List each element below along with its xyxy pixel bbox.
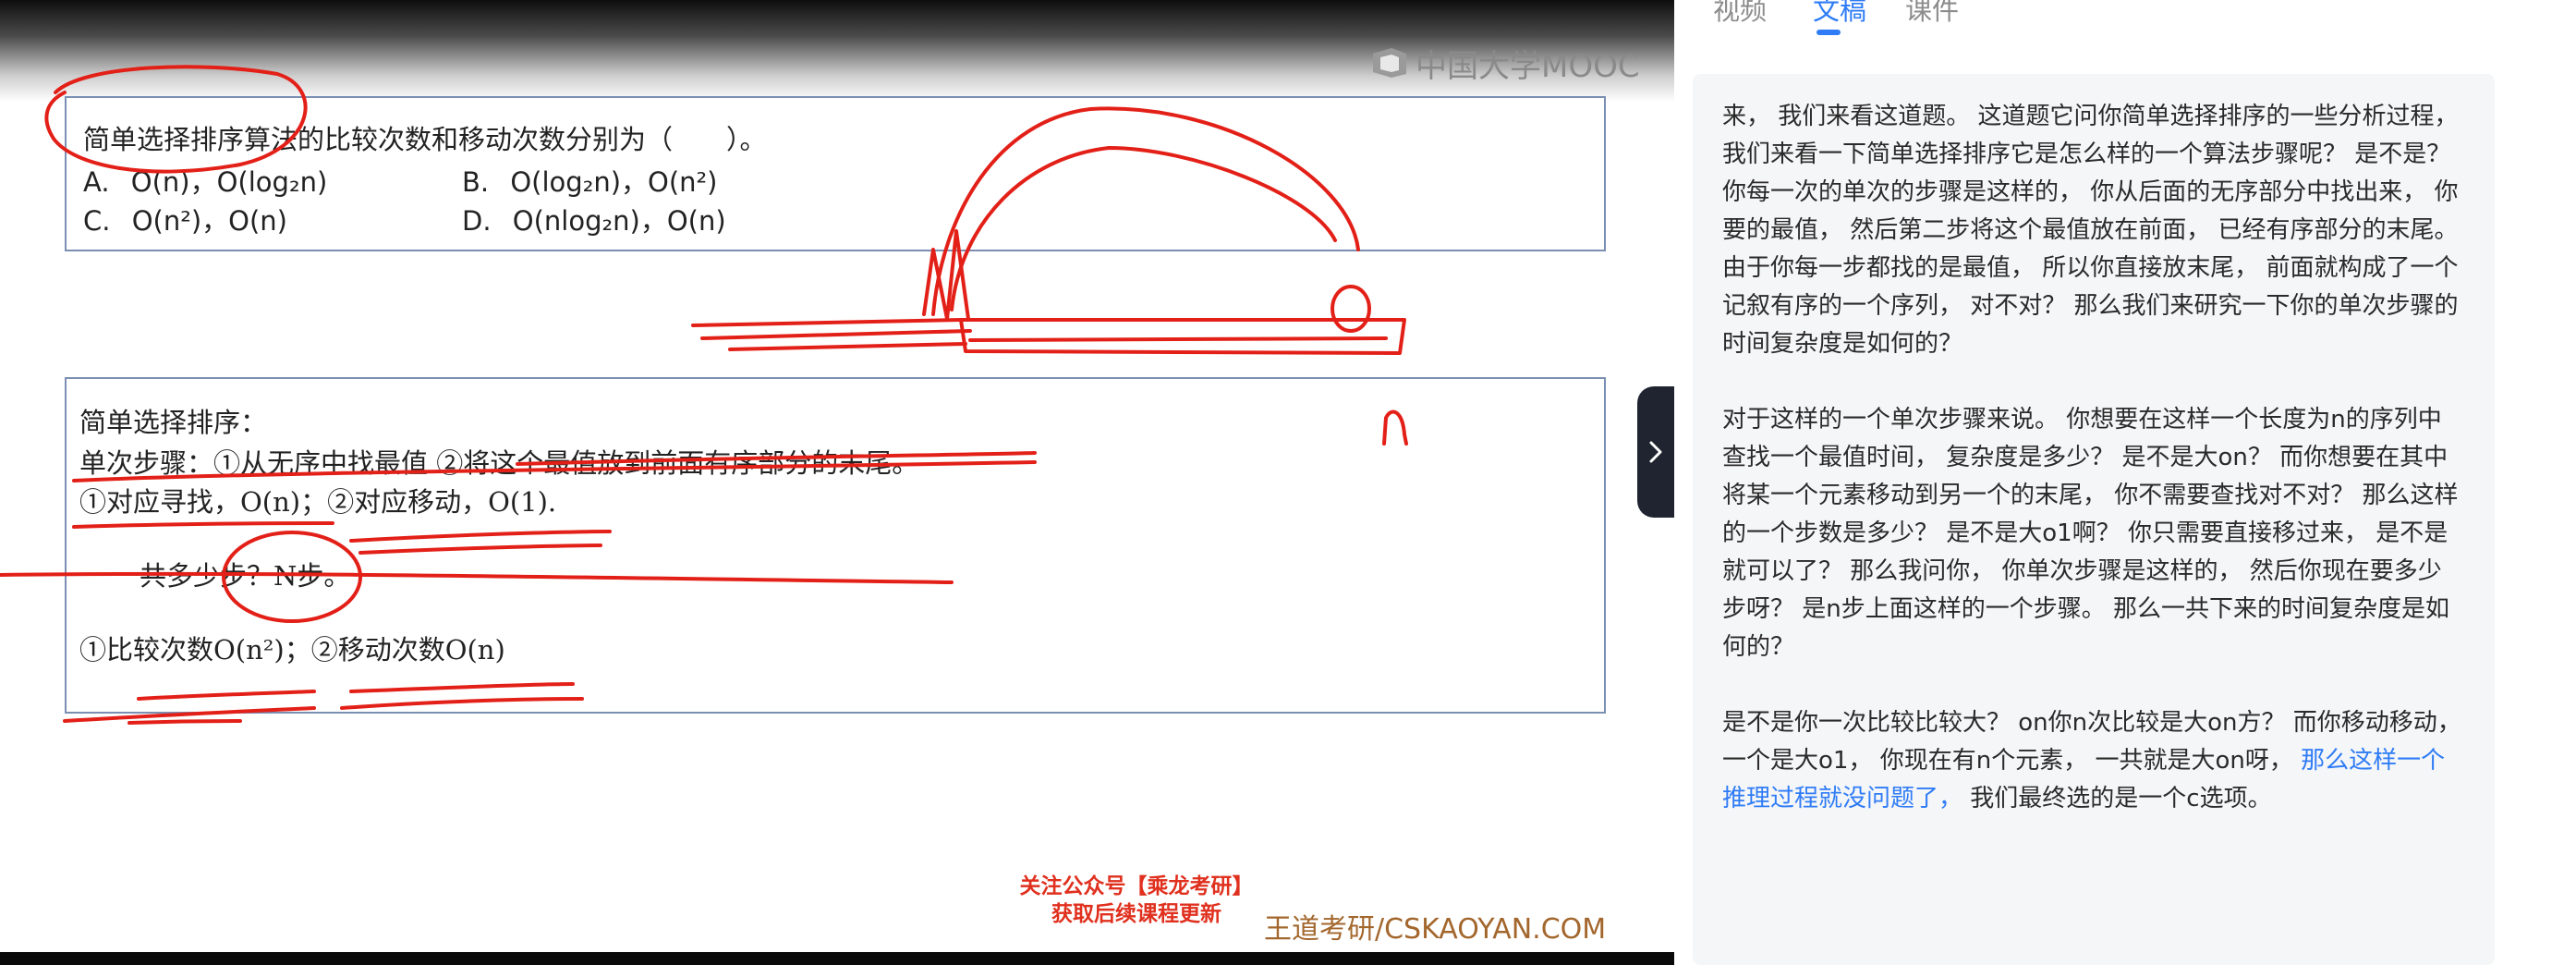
transcript-paragraph: 是不是你一次比较比较大？ on你n次比较是大on方？ 而你移动移动， 一个是大o… [1722,704,2461,818]
question-box: 简单选择排序算法的比较次数和移动次数分别为（ ）。 A. O(n)，O(log₂… [65,96,1606,251]
analysis-title: 简单选择排序： [79,407,268,438]
mooc-logo-text: 中国大学MOOC [1416,47,1640,85]
option-text: O(nlog₂n)，O(n) [512,205,726,237]
ink-bracket-bar [968,336,1388,342]
analysis-result: ①比较次数O(n²)；②移动次数O(n) [79,634,505,666]
ink-line-3 [728,342,967,351]
ink-bracket [959,318,1406,355]
transcript-content: 来， 我们来看这道题。 这道题它问你简单选择排序的一些分析过程， 我们来看一下简… [1722,98,2461,856]
tab-bar: 视频 文稿 课件 [1674,0,2576,55]
option-b: B. O(log₂n)，O(n²) [462,161,717,200]
ink-underline-result5 [128,719,242,725]
option-label: A. [83,166,110,198]
option-d: D. O(nlog₂n)，O(n) [462,200,726,238]
analysis-cost: ①对应寻找，O(n)；②对应移动，O(1). [79,486,557,518]
ink-line-1 [691,318,963,327]
video-player[interactable]: 中国大学MOOC 简单选择排序算法的比较次数和移动次数分别为（ ）。 A. O(… [0,0,1674,965]
promo-line-1: 关注公众号【乘龙考研】 [1019,874,1254,898]
video-bottom-bar [0,952,1674,965]
transcript-paragraph: 对于这样的一个单次步骤来说。 你想要在这样一个长度为n的序列中查找一个最值时间，… [1722,406,2459,661]
transcript-text: 我们最终选的是一个c选项。 [1962,785,2272,812]
option-a: A. O(n)，O(log₂n) [83,161,327,200]
option-c: C. O(n²)，O(n) [83,200,287,238]
transcript-panel[interactable]: 来， 我们来看这道题。 这道题它问你简单选择排序的一些分析过程， 我们来看一下简… [1693,74,2495,965]
active-tab-indicator [1817,30,1841,35]
option-text: O(n)，O(log₂n) [130,166,328,198]
tab-courseware[interactable]: 课件 [1905,0,1959,28]
option-label: B. [462,166,490,198]
option-text: O(n²)，O(n) [131,205,287,237]
mooc-logo-icon [1373,48,1406,78]
tab-transcript[interactable]: 文稿 [1813,0,1866,28]
question-stem: 简单选择排序算法的比较次数和移动次数分别为（ ）。 [83,124,767,155]
option-label: D. [462,205,492,237]
analysis-step: 单次步骤：①从无序中找最值 ②将这个最值放到前面有序部分的末尾。 [79,447,919,479]
chevron-right-icon [1649,441,1662,463]
option-text: O(log₂n)，O(n²) [510,166,718,198]
ink-line-2 [700,329,972,340]
collapse-panel-button[interactable] [1637,386,1674,518]
analysis-count: 一共多少步？N步。 [113,560,351,592]
mooc-logo: 中国大学MOOC [1371,43,1640,85]
watermark: 王道考研/CSKAOYAN.COM [1264,913,1607,946]
analysis-box: 简单选择排序： 单次步骤：①从无序中找最值 ②将这个最值放到前面有序部分的末尾。… [65,377,1606,714]
transcript-paragraph: 来， 我们来看这道题。 这道题它问你简单选择排序的一些分析过程， 我们来看一下简… [1722,103,2459,358]
tab-video[interactable]: 视频 [1713,0,1767,28]
ink-circle-zero [1331,285,1371,333]
option-label: C. [83,205,111,237]
